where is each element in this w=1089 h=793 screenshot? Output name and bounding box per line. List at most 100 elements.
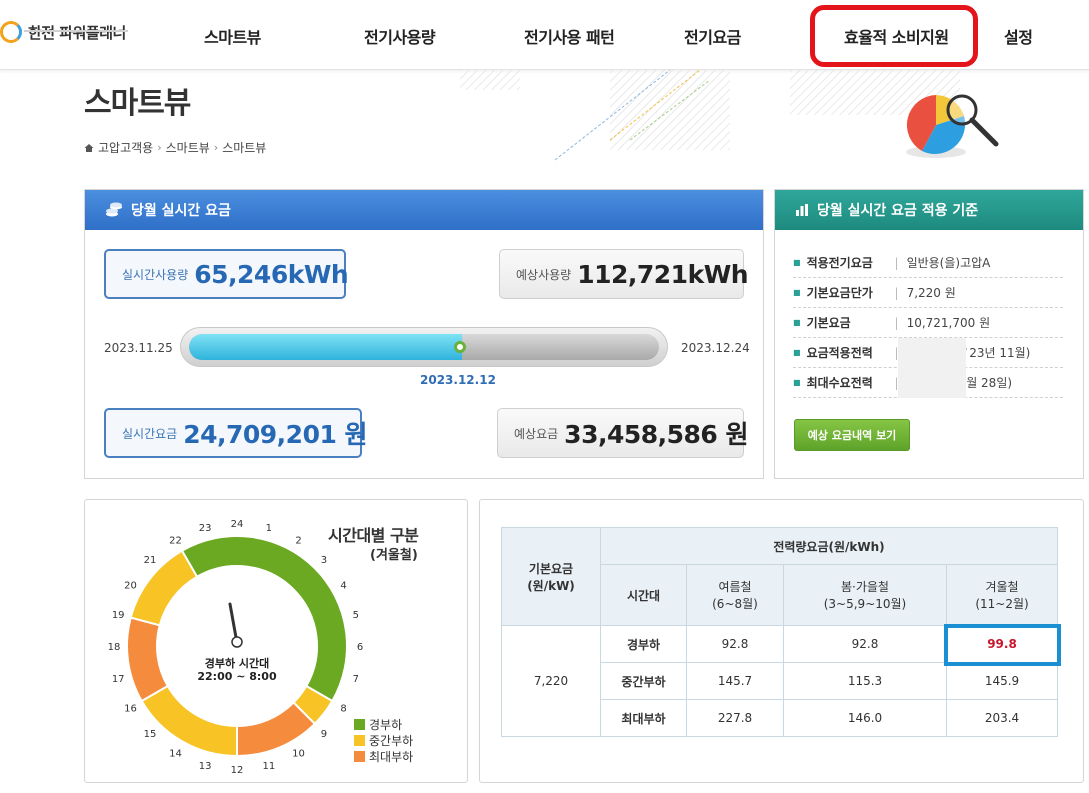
logo[interactable]: 한전 파워플래너	[0, 14, 126, 50]
breadcrumb-item[interactable]: 스마트뷰	[166, 139, 210, 156]
clock-hour-label: 12	[231, 765, 244, 776]
nav-usage[interactable]: 전기사용량	[364, 24, 436, 48]
season-header: 겨울철 (11~2월)	[946, 564, 1058, 626]
breadcrumb-item: 스마트뷰	[222, 141, 267, 155]
nav-settings[interactable]: 설정	[1004, 24, 1033, 48]
expected-fee-value: 33,458,586 원	[564, 420, 749, 449]
criteria-key: 적용전기요금	[806, 256, 873, 270]
bar-chart-icon	[796, 204, 808, 216]
page: 한전 파워플래너 스마트뷰 전기사용량 전기사용 패턴 전기요금 효율적 소비지…	[0, 0, 1089, 793]
rate-value: 146.0	[783, 699, 947, 737]
divider: |	[894, 285, 899, 300]
start-date: 2023.11.25	[104, 341, 173, 355]
rate-value: 115.3	[783, 662, 947, 700]
end-date: 2023.12.24	[681, 341, 750, 355]
progress-knob	[453, 341, 466, 353]
panel-header: 당월 실시간 요금 적용 기준	[775, 190, 1083, 230]
legend-swatch	[354, 735, 365, 746]
season-header: 여름철 (6~8월)	[686, 564, 784, 626]
clock-hour-label: 17	[112, 674, 125, 685]
bullet-icon: ■	[793, 318, 801, 327]
pie-magnifier-icon	[906, 94, 999, 158]
highlight-box	[944, 624, 1061, 666]
nav-fee[interactable]: 전기요금	[684, 24, 741, 48]
clock-hour-label: 1	[266, 523, 272, 534]
criteria-value: (`23년 11월)	[958, 346, 1031, 360]
realtime-fee-label: 실시간요금	[122, 426, 178, 441]
clock-hour-label: 16	[124, 704, 137, 715]
legend-label: 경부하	[369, 718, 403, 732]
time-band-clock: 24 1234567891011121314151617181920212223	[108, 519, 364, 776]
rate-value: 92.8	[783, 625, 947, 663]
current-date: 2023.12.12	[420, 373, 496, 387]
clock-hour-label: 3	[321, 555, 327, 566]
nav-usage-pattern[interactable]: 전기사용 패턴	[524, 24, 615, 48]
basic-fee-value: 7,220	[501, 625, 601, 737]
realtime-fee-box: 실시간요금 24,709,201 원	[104, 408, 368, 458]
clock-hour-label: 15	[144, 729, 157, 740]
clock-hour-label: 6	[357, 642, 363, 653]
nav-smartview[interactable]: 스마트뷰	[204, 24, 261, 48]
clock-hour-label: 24	[231, 519, 244, 530]
time-band: 최대부하	[600, 699, 687, 737]
clock-hour-label: 5	[353, 610, 359, 621]
expected-usage-box: 예상사용량 112,721kWh	[499, 249, 749, 299]
home-icon[interactable]	[84, 143, 94, 153]
criteria-key: 최대수요전력	[806, 376, 873, 390]
criteria-value: 10,721,700 원	[906, 316, 991, 330]
criteria-value: 7,220 원	[906, 286, 956, 300]
coins-icon	[106, 202, 122, 217]
clock-hour-label: 18	[108, 642, 121, 653]
expected-usage-value: 112,721kWh	[577, 259, 749, 289]
highlight-box	[810, 5, 978, 67]
progress-track	[189, 334, 659, 360]
season-header: 봄·가을철 (3~5,9~10월)	[783, 564, 947, 626]
rate-value: 145.9	[946, 662, 1058, 700]
criteria-row: ■ 기본요금단가 | 7,220 원	[793, 278, 1063, 308]
bullet-icon: ■	[793, 348, 801, 357]
criteria-value: 1월 28일)	[958, 376, 1013, 390]
clock-hour-label: 20	[124, 581, 137, 592]
realtime-usage-box: 실시간사용량 65,246kWh	[104, 249, 349, 299]
clock-center-time: 22:00 ~ 8:00	[197, 670, 277, 683]
gauge-logo-icon	[0, 21, 22, 43]
divider: |	[894, 255, 899, 270]
legend-label: 최대부하	[369, 750, 414, 764]
bullet-icon: ■	[793, 378, 801, 387]
criteria-key: 기본요금단가	[806, 286, 873, 300]
redacted-area	[898, 338, 966, 398]
realtime-usage-label: 실시간사용량	[122, 267, 189, 282]
billing-period-progress	[180, 327, 668, 367]
clock-hour-label: 7	[353, 674, 359, 685]
legend-item: 중간부하	[354, 732, 413, 749]
rate-value: 145.7	[686, 662, 784, 700]
clock-hour-label: 11	[262, 761, 275, 772]
logo-underline	[24, 30, 128, 32]
criteria-value: 일반용(을)고압A	[906, 256, 991, 270]
clock-hour-label: 9	[321, 729, 327, 740]
time-band: 중간부하	[600, 662, 687, 700]
legend-label: 중간부하	[369, 734, 414, 748]
clock-hour-label: 23	[199, 523, 212, 534]
legend-item: 최대부하	[354, 748, 413, 765]
clock-hour-label: 4	[340, 581, 346, 592]
expected-usage-label: 예상사용량	[516, 267, 572, 282]
realtime-usage-value: 65,246kWh	[194, 259, 349, 289]
clock-hour-label: 2	[295, 535, 301, 546]
rate-value: 203.4	[946, 699, 1058, 737]
panel-header: 당월 실시간 요금	[85, 190, 763, 230]
realtime-fee-value: 24,709,201 원	[183, 420, 368, 449]
breadcrumb-item[interactable]: 고압고객용	[98, 139, 153, 156]
energy-fee-header: 전력량요금(원/kWh)	[600, 527, 1058, 565]
bullet-icon: ■	[793, 288, 801, 297]
legend-swatch	[354, 719, 365, 730]
legend-swatch	[354, 751, 365, 762]
view-expected-fee-button[interactable]: 예상 요금내역 보기	[794, 419, 910, 451]
clock-hour-label: 10	[292, 749, 305, 760]
logo-text: 한전 파워플래너	[28, 23, 126, 42]
chevron-right-icon: ›	[157, 141, 162, 154]
expected-fee-label: 예상요금	[514, 426, 559, 441]
top-navigation: 한전 파워플래너 스마트뷰 전기사용량 전기사용 패턴 전기요금 효율적 소비지…	[0, 0, 1089, 70]
rate-value: 227.8	[686, 699, 784, 737]
basic-fee-header: 기본요금 (원/kW)	[501, 527, 601, 626]
